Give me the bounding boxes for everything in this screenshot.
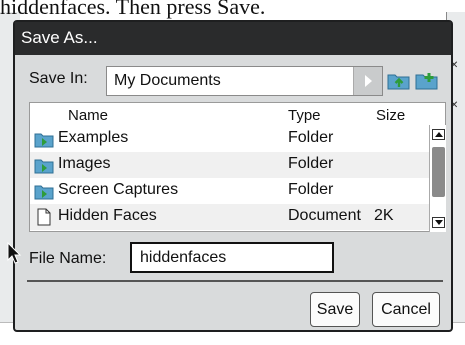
list-item[interactable]: Examples Folder — [30, 126, 430, 152]
list-item[interactable]: Images Folder — [30, 152, 430, 178]
list-scrollbar[interactable] — [429, 125, 446, 232]
item-type: Document — [288, 207, 361, 224]
mouse-cursor-icon — [7, 242, 22, 264]
file-name-label: File Name: — [29, 250, 107, 267]
scroll-up-icon[interactable] — [432, 129, 445, 140]
save-in-value: My Documents — [114, 72, 221, 89]
new-folder-icon[interactable] — [415, 69, 439, 91]
file-name-input[interactable] — [130, 242, 334, 273]
dialog-title: Save As... — [15, 22, 451, 55]
item-type: Folder — [288, 129, 334, 146]
list-item[interactable]: Screen Captures Folder — [30, 178, 430, 204]
dropdown-arrow-icon[interactable] — [353, 67, 382, 95]
item-name: Hidden Faces — [58, 207, 157, 224]
save-in-dropdown[interactable]: My Documents — [106, 66, 383, 96]
item-type: Folder — [288, 155, 334, 172]
file-list: Name Type Size Examples Folder Images Fo… — [29, 102, 446, 232]
item-name: Screen Captures — [58, 181, 179, 198]
list-item[interactable]: Hidden Faces Document 2K — [30, 204, 430, 230]
folder-icon — [34, 185, 54, 200]
folder-up-icon[interactable] — [387, 69, 411, 91]
background-caption: hiddenfaces. Then press Save. — [0, 0, 266, 19]
scroll-thumb[interactable] — [432, 147, 445, 197]
save-button[interactable]: Save — [310, 292, 360, 327]
list-header: Name Type Size — [30, 103, 447, 125]
scroll-down-icon[interactable] — [432, 217, 445, 228]
save-in-label: Save In: — [29, 70, 88, 87]
item-size: 2K — [374, 207, 394, 224]
folder-icon — [34, 159, 54, 174]
cancel-button[interactable]: Cancel — [372, 292, 440, 327]
column-header-type[interactable]: Type — [288, 107, 321, 124]
save-as-dialog: Save As... Save In: My Documents Name Ty… — [13, 20, 453, 332]
item-name: Images — [58, 155, 111, 172]
folder-icon — [34, 133, 54, 148]
item-name: Examples — [58, 129, 129, 146]
column-header-size[interactable]: Size — [376, 107, 405, 124]
column-header-name[interactable]: Name — [68, 107, 108, 124]
divider — [27, 280, 443, 282]
item-type: Folder — [288, 181, 334, 198]
document-icon — [37, 208, 51, 226]
